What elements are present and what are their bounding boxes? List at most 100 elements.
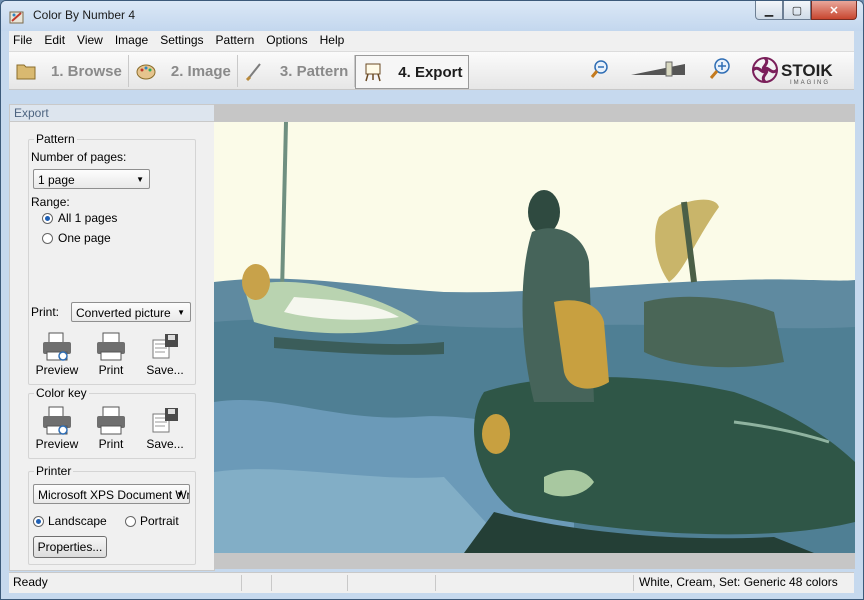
pattern-save-button[interactable]: Save... [141,332,189,377]
title-bar[interactable]: Color By Number 4 ▁ ▢ ✕ [1,1,863,31]
status-divider [435,575,436,591]
toolbar: 1. Browse 2. Image 3. Pattern 4. Export [9,52,854,90]
color-key-group-title: Color key [34,386,89,400]
pages-label: Number of pages: [31,150,127,164]
save-icon [152,334,178,359]
canvas-area[interactable] [214,104,855,569]
button-label: Preview [35,437,79,451]
save-icon [152,408,178,433]
button-label: Save... [146,363,184,377]
menu-bar: File Edit View Image Settings Pattern Op… [9,31,854,52]
status-divider [633,575,634,591]
portrait-label[interactable]: Portrait [140,514,179,528]
close-button[interactable]: ✕ [811,1,857,20]
landscape-label[interactable]: Landscape [48,514,107,528]
app-icon [9,11,24,24]
printer-icon [97,332,125,361]
step-image[interactable]: 2. Image [129,55,238,87]
step-pattern[interactable]: 3. Pattern [238,55,356,87]
properties-button[interactable]: Properties... [33,536,107,558]
maximize-button[interactable]: ▢ [783,1,811,20]
color-key-print-button[interactable]: Print [87,406,135,451]
minimize-icon: ▁ [764,4,774,17]
color-key-preview-button[interactable]: Preview [33,406,81,451]
printer-group-title: Printer [34,464,74,478]
printer-select-value: Microsoft XPS Document Wri [38,488,190,502]
range-all-label[interactable]: All 1 pages [58,211,117,225]
brush-icon [245,63,261,82]
canvas-top-strip [214,104,855,122]
step-label: 3. Pattern [279,62,349,80]
minimize-button[interactable]: ▁ [755,1,783,20]
range-label: Range: [31,195,70,209]
zoom-out-icon[interactable] [589,58,611,80]
status-divider [347,575,348,591]
window-title: Color By Number 4 [33,8,136,22]
step-browse[interactable]: 1. Browse [9,55,129,87]
dropdown-arrow-icon: ▼ [176,490,184,499]
step-label: 2. Image [170,62,231,80]
dropdown-arrow-icon: ▼ [136,175,144,184]
maximize-icon: ▢ [791,4,803,17]
palette-icon [136,64,156,80]
printer-icon [97,406,125,435]
canvas-bottom-strip [214,553,855,569]
print-preview-icon [43,332,71,361]
pages-select[interactable]: 1 page ▼ [33,169,150,189]
svg-text:IMAGING: IMAGING [790,80,830,86]
menu-settings[interactable]: Settings [156,31,207,51]
step-label: 1. Browse [51,62,122,80]
status-right: White, Cream, Set: Generic 48 colors [639,575,838,589]
pages-select-value: 1 page [38,173,75,187]
status-divider [241,575,242,591]
folder-icon [16,64,36,80]
wizard-steps: 1. Browse 2. Image 3. Pattern 4. Export [9,55,470,89]
printer-group: Printer Microsoft XPS Document Wri ▼ Lan… [28,464,196,565]
status-bar: Ready White, Cream, Set: Generic 48 colo… [9,572,854,593]
zoom-in-icon[interactable] [707,56,733,82]
close-icon: ✕ [829,4,839,17]
menu-image[interactable]: Image [111,31,152,51]
button-label: Print [98,363,124,377]
status-divider [271,575,272,591]
converted-picture[interactable] [214,122,855,553]
pattern-group-title: Pattern [34,132,77,146]
portrait-radio[interactable] [125,516,136,527]
easel-icon [365,63,381,82]
menu-view[interactable]: View [73,31,107,51]
button-label: Print [98,437,124,451]
zoom-slider-thumb[interactable] [665,61,673,77]
menu-file[interactable]: File [9,31,36,51]
button-label: Save... [146,437,184,451]
menu-help[interactable]: Help [316,31,349,51]
step-label: 4. Export [398,63,463,81]
export-panel: Export Pattern Number of pages: 1 page ▼… [9,104,215,571]
print-preview-icon [43,406,71,435]
range-all-radio[interactable] [42,213,53,224]
print-select-value: Converted picture [76,306,171,320]
zoom-slider[interactable] [629,60,689,78]
pattern-preview-button[interactable]: Preview [33,332,81,377]
pattern-group: Pattern Number of pages: 1 page ▼ Range:… [28,132,196,385]
panel-header: Export [10,105,214,122]
range-one-label[interactable]: One page [58,231,111,245]
pattern-print-button[interactable]: Print [87,332,135,377]
dropdown-arrow-icon: ▼ [177,308,185,317]
svg-text:STOIK: STOIK [781,61,833,80]
print-label: Print: [31,305,60,319]
print-select[interactable]: Converted picture ▼ [71,302,191,322]
button-label: Preview [35,363,79,377]
status-left: Ready [13,575,48,589]
stoik-logo: STOIK IMAGING [751,56,833,86]
window-controls: ▁ ▢ ✕ [755,1,857,20]
range-one-radio[interactable] [42,233,53,244]
menu-edit[interactable]: Edit [40,31,69,51]
landscape-radio[interactable] [33,516,44,527]
printer-select[interactable]: Microsoft XPS Document Wri ▼ [33,484,190,504]
menu-pattern[interactable]: Pattern [212,31,259,51]
step-export[interactable]: 4. Export [355,55,470,89]
app-window: Color By Number 4 ▁ ▢ ✕ File Edit View I… [0,0,864,600]
color-key-save-button[interactable]: Save... [141,406,189,451]
color-key-group: Color key Preview Print Save... [28,386,196,459]
menu-options[interactable]: Options [262,31,311,51]
